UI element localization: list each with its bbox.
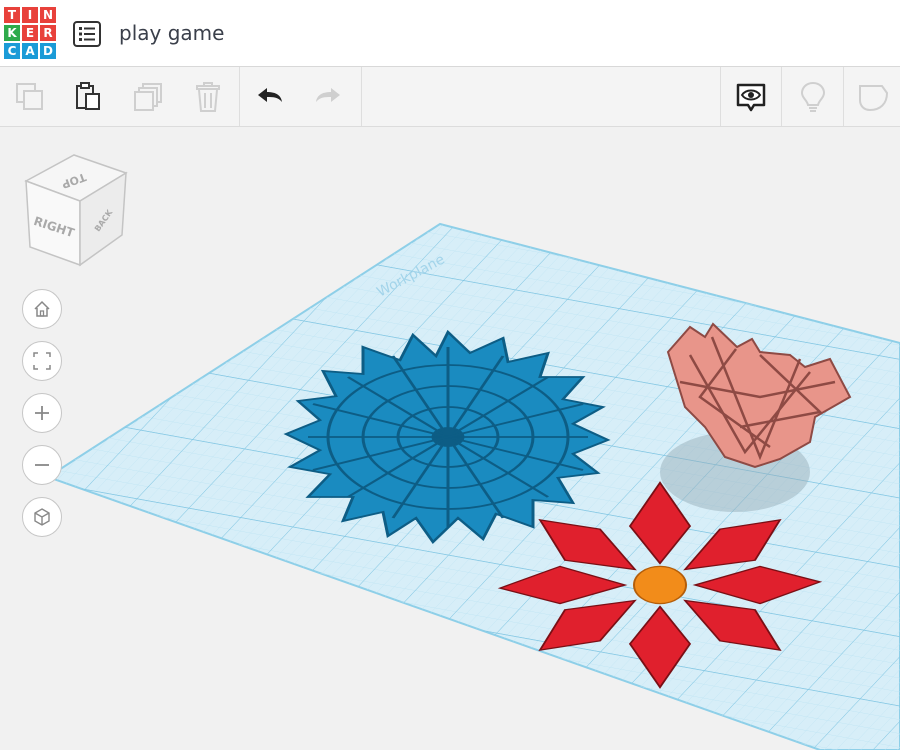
paste-icon [76,82,100,110]
toolbar-separator [781,67,782,126]
hint-button[interactable] [793,77,833,117]
redo-button[interactable] [308,77,348,117]
shape-icon [859,85,889,112]
logo-letter: C [4,43,20,59]
duplicate-icon [134,83,162,111]
zoom-out-button[interactable] [22,445,62,485]
workplane-scene[interactable]: Workplane [0,127,900,750]
duplicate-button[interactable] [128,77,168,117]
logo-letter: E [22,25,38,41]
logo-letter: D [40,43,56,59]
zoom-in-button[interactable] [22,393,62,433]
toolbar-separator [361,67,362,126]
toolbar-separator [843,67,844,126]
lightbulb-icon [800,81,826,112]
fit-view-button[interactable] [22,341,62,381]
home-icon [34,300,50,317]
redo-icon [316,88,340,102]
paste-button[interactable] [68,77,108,117]
toolbar-separator [720,67,721,126]
copy-button[interactable] [10,77,50,117]
header-bar: T I N K E R C A D play game [0,0,900,67]
cube-icon [34,508,50,526]
undo-button[interactable] [250,77,290,117]
shape-tool-button[interactable] [853,77,893,117]
notes-visibility-button[interactable] [731,77,771,117]
logo-letter: N [40,7,56,23]
plus-icon [35,406,49,420]
trash-icon [196,82,220,112]
3d-viewport[interactable]: Workplane TOP RIGHT BACK [0,127,900,750]
home-view-button[interactable] [22,289,62,329]
logo-letter: R [40,25,56,41]
delete-button[interactable] [188,77,228,117]
toolbar-separator [239,67,240,126]
undo-icon [258,88,282,102]
perspective-toggle-button[interactable] [22,497,62,537]
logo-letter: T [4,7,20,23]
tinkercad-logo[interactable]: T I N K E R C A D [4,7,56,61]
logo-letter: I [22,7,38,23]
eye-speech-icon [736,83,766,112]
logo-letter: A [22,43,38,59]
design-title[interactable]: play game [119,21,224,45]
fit-all-icon [33,352,51,370]
view-cube[interactable]: TOP RIGHT BACK [22,151,130,269]
logo-letter: K [4,25,20,41]
copy-icon [16,83,43,110]
toolbar [0,67,900,127]
design-list-icon[interactable] [73,21,101,47]
orange-center[interactable] [633,565,687,605]
minus-icon [35,464,49,466]
